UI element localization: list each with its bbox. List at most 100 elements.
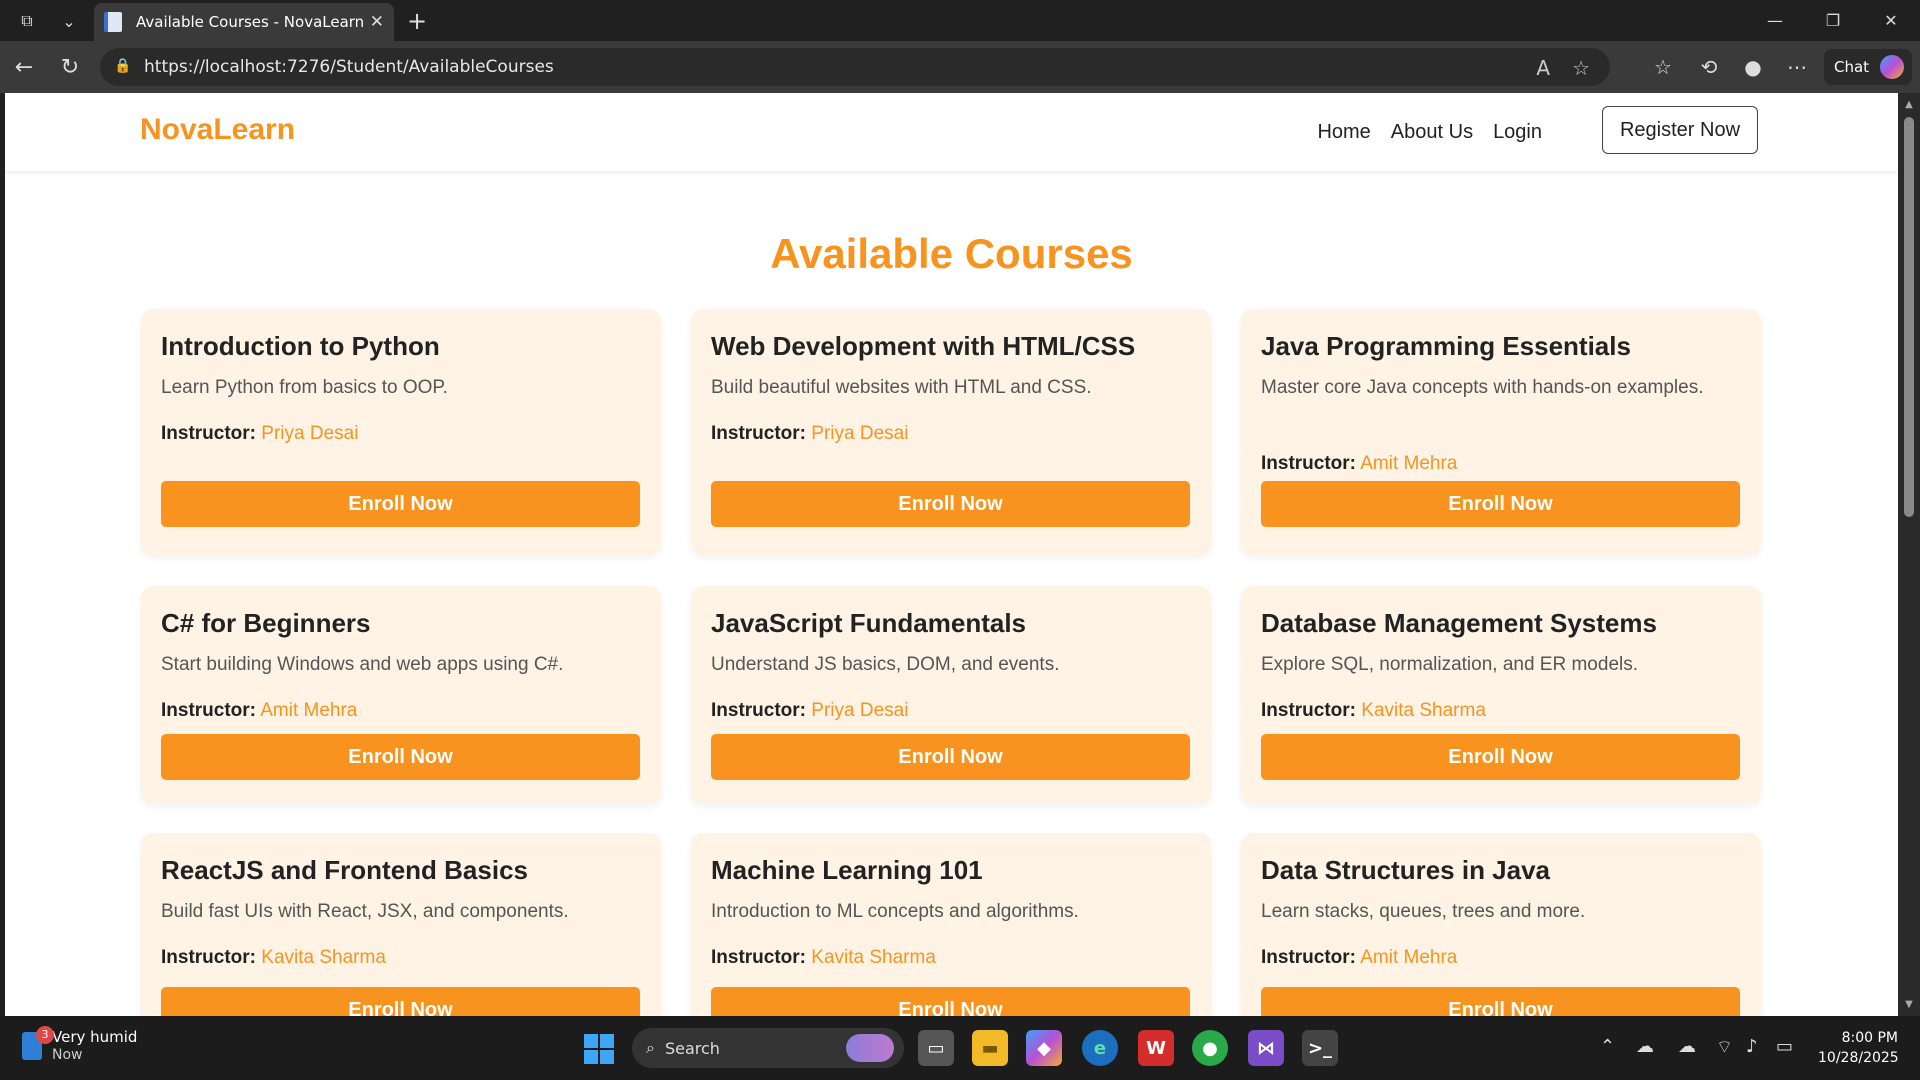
- page-viewport: NovaLearn Home About Us Login Register N…: [5, 93, 1898, 1016]
- browser-tab[interactable]: Available Courses - NovaLearn ✕: [94, 3, 394, 41]
- tab-title: Available Courses - NovaLearn: [136, 13, 365, 31]
- copilot-app-icon[interactable]: ◆: [1026, 1030, 1062, 1066]
- instructor-name[interactable]: Amit Mehra: [260, 700, 357, 721]
- weather-subtext: Now: [52, 1047, 83, 1063]
- history-icon[interactable]: ⟲: [1692, 50, 1726, 84]
- address-bar-row: ← ↻ 🔒 https://localhost:7276/Student/Ava…: [0, 41, 1920, 93]
- url-text: https://localhost:7276/Student/Available…: [144, 57, 554, 77]
- wifi-icon[interactable]: ⌔: [1716, 1036, 1733, 1059]
- course-description: Start building Windows and web apps usin…: [161, 654, 564, 675]
- instructor-name[interactable]: Kavita Sharma: [811, 947, 936, 968]
- course-title: JavaScript Fundamentals: [711, 608, 1026, 638]
- tab-list-chevron-icon[interactable]: ⌄: [54, 7, 84, 35]
- enroll-button[interactable]: Enroll Now: [161, 987, 640, 1016]
- favorites-icon[interactable]: ☆: [1646, 50, 1680, 84]
- instructor-name[interactable]: Kavita Sharma: [261, 947, 386, 968]
- start-button-icon[interactable]: [584, 1034, 614, 1064]
- scroll-thumb[interactable]: [1904, 117, 1914, 517]
- enroll-button[interactable]: Enroll Now: [1261, 734, 1740, 780]
- instructor-name[interactable]: Amit Mehra: [1360, 947, 1457, 968]
- terminal-icon[interactable]: >_: [1302, 1030, 1338, 1066]
- course-card: Machine Learning 101 Introduction to ML …: [691, 833, 1211, 1016]
- edge-browser-icon[interactable]: e: [1082, 1030, 1118, 1066]
- course-card: Database Management Systems Explore SQL,…: [1241, 586, 1761, 804]
- course-description: Explore SQL, normalization, and ER model…: [1261, 654, 1639, 675]
- close-window-icon[interactable]: ✕: [1862, 0, 1920, 41]
- enroll-button[interactable]: Enroll Now: [161, 481, 640, 527]
- instructor-name[interactable]: Priya Desai: [261, 423, 358, 444]
- volume-icon[interactable]: ♪: [1746, 1036, 1758, 1057]
- file-explorer-icon[interactable]: ▬: [972, 1030, 1008, 1066]
- course-description: Master core Java concepts with hands-on …: [1261, 377, 1704, 398]
- course-instructor: Instructor: Amit Mehra: [1261, 453, 1457, 475]
- chat-label: Chat: [1834, 58, 1870, 76]
- search-icon: ⌕: [646, 1038, 655, 1057]
- battery-icon[interactable]: ▭: [1776, 1036, 1793, 1057]
- chrome-icon[interactable]: ●: [1192, 1030, 1228, 1066]
- nav-login-link[interactable]: Login: [1493, 121, 1542, 144]
- profile-avatar-icon[interactable]: ●: [1736, 50, 1770, 84]
- course-card: JavaScript Fundamentals Understand JS ba…: [691, 586, 1211, 804]
- taskbar-search[interactable]: ⌕ Search: [632, 1028, 904, 1068]
- course-description: Build fast UIs with React, JSX, and comp…: [161, 901, 569, 922]
- course-instructor: Instructor: Amit Mehra: [161, 700, 357, 722]
- task-view-icon[interactable]: ▭: [918, 1030, 954, 1066]
- register-button[interactable]: Register Now: [1602, 106, 1758, 154]
- course-card: Data Structures in Java Learn stacks, qu…: [1241, 833, 1761, 1016]
- instructor-label: Instructor:: [161, 700, 256, 721]
- wps-office-icon[interactable]: W: [1138, 1030, 1174, 1066]
- nav-home-link[interactable]: Home: [1317, 121, 1370, 144]
- instructor-name[interactable]: Priya Desai: [811, 423, 908, 444]
- weather-icon: 3: [22, 1025, 54, 1060]
- more-menu-icon[interactable]: ⋯: [1780, 50, 1814, 84]
- taskbar-clock[interactable]: 8:00 PM 10/28/2025: [1818, 1028, 1899, 1068]
- course-title: Introduction to Python: [161, 331, 440, 361]
- enroll-button[interactable]: Enroll Now: [161, 734, 640, 780]
- scroll-up-icon[interactable]: ▲: [1903, 99, 1915, 110]
- tray-overflow-chevron-icon[interactable]: ⌃: [1600, 1036, 1615, 1057]
- scroll-down-icon[interactable]: ▼: [1903, 999, 1915, 1010]
- onedrive-icon[interactable]: ☁: [1636, 1036, 1654, 1057]
- page-title: Available Courses: [770, 230, 1133, 277]
- instructor-label: Instructor:: [1261, 947, 1356, 968]
- refresh-icon[interactable]: ↻: [54, 51, 86, 83]
- close-tab-icon[interactable]: ✕: [370, 12, 384, 32]
- minimize-icon[interactable]: —: [1746, 0, 1804, 41]
- course-description: Introduction to ML concepts and algorith…: [711, 901, 1079, 922]
- workspaces-icon[interactable]: ⧉: [12, 7, 42, 35]
- new-tab-icon[interactable]: +: [402, 6, 432, 36]
- enroll-button[interactable]: Enroll Now: [1261, 987, 1740, 1016]
- enroll-button[interactable]: Enroll Now: [711, 987, 1190, 1016]
- page-scrollbar[interactable]: ▲ ▼: [1898, 93, 1920, 1016]
- visual-studio-icon[interactable]: ⋈: [1248, 1030, 1284, 1066]
- network-cloud-icon[interactable]: ☁: [1678, 1036, 1696, 1057]
- instructor-name[interactable]: Amit Mehra: [1360, 453, 1457, 474]
- course-instructor: Instructor: Kavita Sharma: [711, 947, 936, 969]
- course-title: Java Programming Essentials: [1261, 331, 1631, 361]
- nav-about-link[interactable]: About Us: [1391, 121, 1473, 144]
- back-icon[interactable]: ←: [8, 51, 40, 83]
- read-aloud-icon[interactable]: A: [1536, 56, 1550, 80]
- course-description: Learn Python from basics to OOP.: [161, 377, 448, 398]
- copilot-chat-button[interactable]: Chat: [1824, 49, 1912, 85]
- instructor-label: Instructor:: [161, 947, 256, 968]
- enroll-button[interactable]: Enroll Now: [711, 734, 1190, 780]
- enroll-button[interactable]: Enroll Now: [1261, 481, 1740, 527]
- course-description: Understand JS basics, DOM, and events.: [711, 654, 1060, 675]
- instructor-name[interactable]: Priya Desai: [811, 700, 908, 721]
- course-description: Learn stacks, queues, trees and more.: [1261, 901, 1586, 922]
- course-title: Web Development with HTML/CSS: [711, 331, 1136, 361]
- course-title: Machine Learning 101: [711, 855, 983, 885]
- favorite-star-icon[interactable]: ☆: [1572, 56, 1590, 80]
- course-title: Database Management Systems: [1261, 608, 1657, 638]
- enroll-button[interactable]: Enroll Now: [711, 481, 1190, 527]
- weather-badge: 3: [36, 1025, 54, 1044]
- course-card: C# for Beginners Start building Windows …: [141, 586, 661, 804]
- course-instructor: Instructor: Amit Mehra: [1261, 947, 1457, 969]
- instructor-name[interactable]: Kavita Sharma: [1361, 700, 1486, 721]
- brand-logo[interactable]: NovaLearn: [140, 113, 295, 147]
- url-field[interactable]: 🔒 https://localhost:7276/Student/Availab…: [100, 48, 1610, 86]
- course-card: Java Programming Essentials Master core …: [1241, 309, 1761, 555]
- restore-icon[interactable]: ❐: [1804, 0, 1862, 41]
- weather-widget[interactable]: 3 Very humid Now: [22, 1025, 137, 1063]
